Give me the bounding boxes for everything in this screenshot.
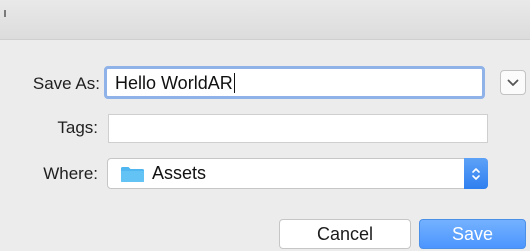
text-caret [233, 73, 235, 93]
where-location-value: Assets [152, 163, 207, 183]
chevron-down-icon [507, 79, 519, 86]
tags-label: Tags: [57, 118, 98, 137]
expand-dialog-button[interactable] [500, 70, 526, 95]
folder-icon [121, 167, 144, 182]
file-name-text: Hello WorldAR [115, 73, 233, 93]
up-down-arrows-icon [472, 167, 480, 180]
file-name-field[interactable]: Hello WorldAR [104, 66, 485, 99]
location-stepper[interactable] [464, 158, 488, 189]
where-location-select[interactable]: Assets [107, 158, 488, 189]
save-as-label: Save As: [32, 74, 100, 93]
dialog-title-bar [0, 0, 530, 40]
where-label: Where: [43, 164, 98, 183]
cancel-button[interactable]: Cancel [279, 219, 411, 249]
tags-field[interactable] [108, 114, 488, 143]
sheet-edge-mark [4, 10, 6, 17]
save-button[interactable]: Save [419, 219, 526, 249]
